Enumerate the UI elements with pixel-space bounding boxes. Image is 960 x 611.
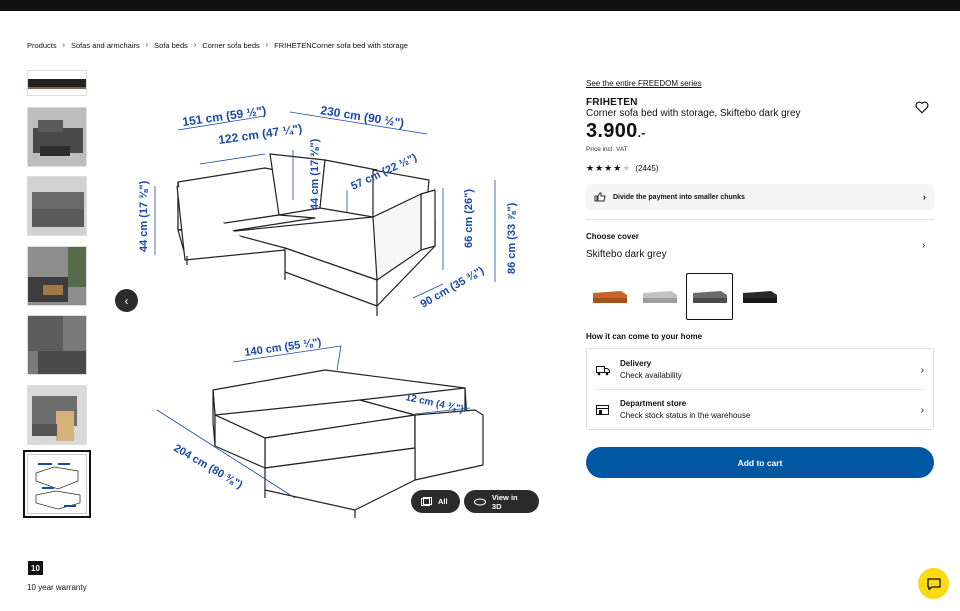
- chevron-right-icon: ›: [193, 42, 197, 49]
- thumbnail-3[interactable]: [27, 176, 87, 236]
- heart-icon[interactable]: [915, 101, 929, 114]
- delivery-row[interactable]: Delivery Check availability ›: [587, 350, 933, 390]
- gallery-icon: [421, 496, 432, 506]
- store-row[interactable]: Department store Check stock status in th…: [587, 390, 933, 430]
- previous-image-button[interactable]: ‹: [115, 289, 138, 312]
- thumbnail-6[interactable]: [27, 385, 87, 445]
- availability-box: Delivery Check availability › Department …: [586, 348, 934, 430]
- store-icon: [596, 404, 609, 415]
- chevron-right-icon: ›: [145, 42, 149, 49]
- chat-button[interactable]: [918, 568, 949, 599]
- warranty-badge: 10: [28, 561, 43, 575]
- chevron-right-icon: ›: [920, 404, 924, 416]
- breadcrumb-corner-sofa-beds[interactable]: Corner sofa beds: [202, 41, 260, 50]
- thumbnail-4[interactable]: [27, 246, 87, 306]
- breadcrumb: Products › Sofas and armchairs › Sofa be…: [27, 41, 408, 50]
- payment-option[interactable]: Divide the payment into smaller chunks ›: [586, 184, 934, 210]
- breadcrumb-sofas[interactable]: Sofas and armchairs: [71, 41, 140, 50]
- 3d-view-icon: [474, 498, 486, 505]
- product-name: FRIHETEN: [586, 97, 638, 108]
- breadcrumb-current: FRIHETENCorner sofa bed with storage: [274, 41, 408, 50]
- chevron-right-icon[interactable]: ›: [922, 240, 925, 251]
- thumbnail-1[interactable]: [27, 70, 87, 96]
- star-rating-icon: ★★★★★: [586, 163, 632, 173]
- chevron-right-icon: ›: [923, 192, 926, 202]
- thumbnail-2[interactable]: [27, 107, 87, 167]
- divider: [586, 219, 934, 220]
- chat-icon: [926, 577, 941, 590]
- price: 3.900.-: [586, 120, 646, 143]
- breadcrumb-products[interactable]: Products: [27, 41, 57, 50]
- dim-230: 230 cm (90 ½"): [320, 103, 406, 130]
- price-value: 3.900: [586, 120, 638, 142]
- warranty-text: 10 year warranty: [27, 583, 87, 592]
- dim-151: 151 cm (59 ½"): [181, 103, 267, 129]
- price-note: Price incl. VAT: [586, 146, 628, 153]
- dim-122: 122 cm (47 ¼"): [217, 121, 303, 147]
- price-suffix: .-: [637, 126, 646, 140]
- product-description: Corner sofa bed with storage, Skiftebo d…: [586, 108, 801, 119]
- all-images-button[interactable]: All: [411, 490, 460, 513]
- delivery-title: Delivery: [620, 359, 652, 368]
- dim-86: 86 cm (33 ⅞"): [506, 202, 518, 274]
- rating-count: (2445): [635, 164, 659, 173]
- dim-66: 66 cm (26"): [463, 189, 475, 248]
- choose-cover-label: Choose cover: [586, 232, 639, 241]
- dim-44-seat: 44 cm (17 ⅜"): [138, 180, 150, 252]
- all-images-label: All: [438, 497, 448, 506]
- truck-icon: [596, 365, 610, 375]
- dim-90: 90 cm (35 ⅜"): [419, 264, 487, 310]
- top-bar: [0, 0, 960, 11]
- thumbnail-5[interactable]: [27, 315, 87, 375]
- availability-label: How it can come to your home: [586, 332, 703, 341]
- breadcrumb-sofa-beds[interactable]: Sofa beds: [154, 41, 188, 50]
- swatch-dark-grey[interactable]: [686, 273, 733, 320]
- chevron-right-icon: ›: [265, 42, 269, 49]
- series-link[interactable]: See the entire FREEDOM series: [586, 79, 702, 88]
- store-sub: Check stock status in the warehouse: [620, 411, 751, 420]
- view-3d-button[interactable]: View in 3D: [464, 490, 539, 513]
- swatch-orange[interactable]: [586, 273, 633, 320]
- delivery-sub: Check availability: [620, 371, 682, 380]
- chevron-right-icon: ›: [920, 364, 924, 376]
- selected-cover-name: Skiftebo dark grey: [586, 249, 667, 260]
- thumbs-up-icon: [594, 192, 606, 202]
- swatch-light-grey[interactable]: [636, 273, 683, 320]
- rating[interactable]: ★★★★★ (2445): [586, 163, 658, 174]
- view-3d-label: View in 3D: [491, 492, 518, 511]
- payment-text: Divide the payment into smaller chunks: [613, 193, 745, 201]
- swatch-black[interactable]: [736, 273, 783, 320]
- store-title: Department store: [620, 399, 687, 408]
- dim-44-back: 44 cm (17 ⅜"): [309, 138, 321, 210]
- dim-140: 140 cm (55 ⅛"): [244, 336, 323, 359]
- thumbnail-7-dimensions[interactable]: [23, 450, 91, 518]
- chevron-left-icon: ‹: [124, 293, 129, 308]
- main-product-image: 151 cm (59 ½") 122 cm (47 ¼") 230 cm (90…: [115, 70, 555, 520]
- add-to-cart-button[interactable]: Add to cart: [586, 447, 934, 478]
- chevron-right-icon: ›: [62, 42, 65, 49]
